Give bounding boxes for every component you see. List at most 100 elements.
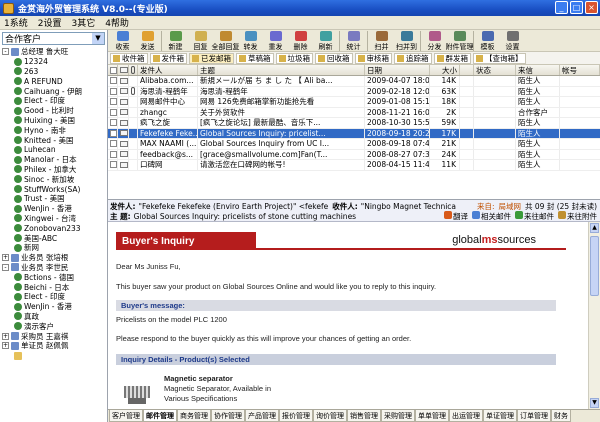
toolbar-button[interactable]: 扫并到 <box>394 30 419 52</box>
tree-item[interactable]: 美国-ABC <box>0 233 106 243</box>
header-from[interactable]: 发件人 <box>138 65 198 75</box>
menu-other[interactable]: 3其它 <box>71 16 95 29</box>
scroll-up-arrow[interactable]: ▲ <box>590 223 599 233</box>
folder-tab[interactable]: 草稿箱 <box>236 52 274 64</box>
scroll-thumb[interactable] <box>590 236 599 296</box>
folder-tab[interactable]: 回收箱 <box>315 52 353 64</box>
toolbar-button[interactable]: 重发 <box>263 30 288 52</box>
toolbar-button[interactable]: 设置 <box>500 30 525 52</box>
module-tab[interactable]: 财务 <box>551 410 571 422</box>
product-image[interactable] <box>122 382 152 406</box>
tree-item[interactable]: 12324 <box>0 57 106 67</box>
related-mail-action[interactable]: 相关邮件 <box>472 211 511 222</box>
row-checkbox[interactable] <box>110 150 117 158</box>
row-checkbox[interactable] <box>110 87 117 95</box>
toolbar-button[interactable]: 刷新 <box>313 30 338 52</box>
row-check[interactable] <box>108 139 118 149</box>
module-tab[interactable]: 出运管理 <box>449 410 483 422</box>
toolbar-button[interactable]: 新建 <box>163 30 188 52</box>
maximize-button[interactable]: □ <box>570 1 583 14</box>
tree-expander-icon[interactable]: + <box>2 342 9 350</box>
row-checkbox[interactable] <box>110 129 117 137</box>
module-tab[interactable]: 客户管理 <box>109 410 143 422</box>
mail-row[interactable]: 海思清-程鹤年 海思清-程鹤年 2009-02-18 12:05 63K 陌生人 <box>108 86 600 97</box>
chevron-down-icon[interactable]: ▼ <box>92 33 104 44</box>
row-checkbox[interactable] <box>110 108 117 116</box>
mail-row[interactable]: zhangc 关于外贸软件 2008-11-21 16:09 2K 合作客户 <box>108 107 600 118</box>
correspondence-attachment-action[interactable]: 来往附件 <box>558 211 597 222</box>
toolbar-button[interactable]: 模板 <box>475 30 500 52</box>
tree-expander-icon[interactable]: - <box>2 263 9 271</box>
toolbar-button[interactable]: 转发 <box>238 30 263 52</box>
header-status[interactable]: 状态 <box>474 65 516 75</box>
row-check[interactable] <box>108 97 118 107</box>
toolbar-button[interactable]: 全部回复 <box>212 30 240 52</box>
scroll-down-arrow[interactable]: ▼ <box>590 398 599 408</box>
customer-category-select[interactable]: 合作客户 ▼ <box>2 32 105 45</box>
header-size[interactable]: 大小 <box>430 65 460 75</box>
module-tab[interactable]: 采购管理 <box>381 410 415 422</box>
tree-item[interactable]: + 单证员 赵佩佩 <box>0 341 106 351</box>
header-account[interactable]: 帐号 <box>560 65 600 75</box>
tree-item[interactable]: Xingwei - 台湾 <box>0 214 106 224</box>
row-check[interactable] <box>108 107 118 117</box>
folder-tab[interactable]: 垃圾箱 <box>275 52 313 64</box>
row-check[interactable] <box>108 149 118 159</box>
correspondence-mail-action[interactable]: 来往邮件 <box>515 211 554 222</box>
module-tab[interactable]: 单证管理 <box>483 410 517 422</box>
product-name[interactable]: Magnetic separator <box>164 374 233 383</box>
toolbar-button[interactable]: 收索 <box>110 30 135 52</box>
mail-row[interactable]: 口碑网 请激活您在口碑网的帐号! 2008-04-15 11:47 11K 陌生人 <box>108 160 600 171</box>
mail-row[interactable]: 网易邮件中心 网易 126免费邮箱掌新功能抢先看 2009-01-08 15:10 1… <box>108 97 600 108</box>
header-check[interactable] <box>108 65 118 75</box>
row-checkbox[interactable] <box>110 161 117 169</box>
mail-row[interactable]: Alibaba.com... 新規メールが届 ち ま し た 【 Ali ba..… <box>108 76 600 87</box>
module-tab[interactable]: 销售管理 <box>347 410 381 422</box>
tree-expander-icon[interactable]: - <box>2 48 9 56</box>
module-tab[interactable]: 邮件管理 <box>143 410 177 422</box>
tree-item[interactable]: WenJin - 香港 <box>0 302 106 312</box>
mail-row[interactable]: MAX NAAMI (... Global Sources Inquiry fro… <box>108 139 600 150</box>
row-check[interactable] <box>108 160 118 170</box>
folder-tab[interactable]: 审核箱 <box>354 52 392 64</box>
row-check[interactable] <box>108 76 118 86</box>
module-tab[interactable]: 产品管理 <box>245 410 279 422</box>
row-checkbox[interactable] <box>110 77 117 85</box>
module-tab[interactable]: 商务管理 <box>177 410 211 422</box>
module-tab[interactable]: 报价管理 <box>279 410 313 422</box>
mail-row[interactable]: 疯飞之旋 [疯飞之旋论坛] 最新最酷、音乐下... 2008-10-30 15:59… <box>108 118 600 129</box>
row-check[interactable] <box>108 128 118 138</box>
toolbar-button[interactable]: 删除 <box>288 30 313 52</box>
translate-action[interactable]: 翻译 <box>444 211 468 222</box>
menu-help[interactable]: 4帮助 <box>105 16 129 29</box>
close-button[interactable]: × <box>585 1 598 14</box>
row-checkbox[interactable] <box>110 140 117 148</box>
mail-row[interactable]: feedback@s... [grace@smallvolume.com]Fan(… <box>108 149 600 160</box>
tree-item[interactable]: Sinoc - 新加坡 <box>0 174 106 184</box>
module-tab[interactable]: 协作管理 <box>211 410 245 422</box>
mail-row[interactable]: Fekefeke Feke... Global Sources Inquiry: … <box>108 128 600 139</box>
folder-tab[interactable]: 发件箱 <box>149 52 187 64</box>
toolbar-button[interactable]: 分发 <box>422 30 447 52</box>
tree-item[interactable]: - 总经理 鲁大旺 <box>0 47 106 57</box>
header-subject[interactable]: 主题 <box>198 65 365 75</box>
menu-system[interactable]: 1系统 <box>4 16 28 29</box>
toolbar-button[interactable]: 统计 <box>341 30 366 52</box>
minimize-button[interactable]: _ <box>555 1 568 14</box>
tree-item[interactable] <box>0 351 106 361</box>
module-tab[interactable]: 订单管理 <box>517 410 551 422</box>
toolbar-button[interactable]: 扫并 <box>369 30 394 52</box>
row-check[interactable] <box>108 86 118 96</box>
row-checkbox[interactable] <box>110 98 117 106</box>
tree-item[interactable]: 263 <box>0 67 106 77</box>
toolbar-button[interactable]: 发送 <box>135 30 160 52</box>
folder-tab[interactable]: 群发箱 <box>433 52 471 64</box>
tree-item[interactable]: Knitted - 美国 <box>0 135 106 145</box>
folder-tab[interactable]: 【查询箱】 <box>473 52 526 64</box>
toolbar-button[interactable]: 附件管理 <box>446 30 474 52</box>
folder-tab[interactable]: 收件箱 <box>110 52 148 64</box>
toolbar-button[interactable]: 回复 <box>188 30 213 52</box>
header-date[interactable]: 日期 <box>365 65 430 75</box>
header-type[interactable]: 来信 <box>516 65 560 75</box>
folder-tab[interactable]: 已发邮箱 <box>189 52 234 64</box>
